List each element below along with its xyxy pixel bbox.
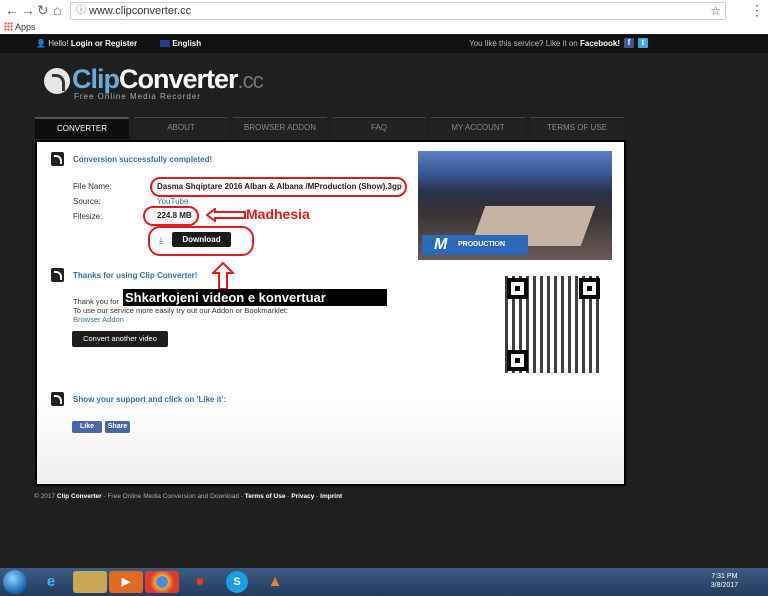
clock-time: 7:31 PM xyxy=(711,573,738,580)
download-button[interactable]: Download xyxy=(172,232,231,247)
footer-privacy-link[interactable]: Privacy xyxy=(291,493,314,500)
chrome-icon[interactable] xyxy=(145,571,179,593)
sync-icon xyxy=(51,152,64,166)
thumbnail-brand: PRODUCTION xyxy=(422,235,528,255)
language-selector[interactable]: English xyxy=(160,39,201,48)
main-tabs: CONVERTER ABOUT BROWSER ADDON FAQ MY ACC… xyxy=(35,117,626,139)
qr-finder-bl xyxy=(507,350,528,371)
facebook-icon[interactable]: f xyxy=(624,38,634,48)
annotation-arrow-up-icon xyxy=(212,262,234,290)
hello-text: Hello! xyxy=(48,39,69,48)
info-icon[interactable]: ⓘ xyxy=(76,3,86,19)
vlc-icon[interactable]: ▲ xyxy=(258,571,292,593)
browser-addon-link[interactable]: Browser Addon xyxy=(73,315,124,324)
logo-cc: .cc xyxy=(237,68,264,93)
skype-icon[interactable]: S xyxy=(226,571,248,593)
apps-grid-icon xyxy=(4,22,13,31)
filesize-label: Filesize: xyxy=(73,212,103,221)
sync-icon-2 xyxy=(51,268,64,282)
home-icon[interactable]: ⌂ xyxy=(53,2,61,18)
convert-another-button[interactable]: Convert another video xyxy=(72,331,168,347)
result-heading: Conversion successfully completed! xyxy=(73,155,213,164)
apps-bookmark[interactable]: Apps xyxy=(4,22,36,32)
footer-desc: - Free Online Media Conversion and Downl… xyxy=(103,493,243,500)
annotation-download-note: Shkarkojeni videon e konvertuar xyxy=(123,289,387,306)
source-label: Source: xyxy=(73,197,101,206)
source-value[interactable]: YouTube xyxy=(157,197,188,206)
logo-tagline: Free Online Media Recorder xyxy=(74,92,201,101)
reload-icon[interactable]: ↻ xyxy=(37,2,49,19)
download-arrow-icon: ⤓ xyxy=(159,235,163,245)
file-name-label: File Name: xyxy=(73,182,112,191)
thanks-heading: Thanks for using Clip Converter! xyxy=(73,271,198,280)
apps-label: Apps xyxy=(15,22,36,32)
thanks-line2: To use our service more easily try out o… xyxy=(73,306,289,315)
footer-copyright: © 2017 xyxy=(34,493,56,500)
bookmark-star-icon[interactable]: ☆ xyxy=(710,3,721,19)
explorer-icon[interactable] xyxy=(73,571,107,593)
logo-converter: Converter xyxy=(119,64,239,94)
footer-imprint-link[interactable]: Imprint xyxy=(320,493,342,500)
facebook-like-button[interactable]: Like xyxy=(72,421,102,433)
qr-finder-tr xyxy=(579,278,600,299)
language-label[interactable]: English xyxy=(172,39,201,48)
url-text[interactable]: www.clipconverter.cc xyxy=(89,3,191,19)
twitter-icon[interactable]: t xyxy=(638,38,648,48)
sync-icon-3 xyxy=(51,392,64,406)
like-text: You like this service? Like it on xyxy=(469,39,578,48)
system-clock[interactable]: 7:31 PM 3/8/2017 xyxy=(711,572,738,590)
logo-title: ClipConverter.cc xyxy=(72,64,264,95)
tab-converter[interactable]: CONVERTER xyxy=(35,117,129,139)
facebook-share-button[interactable]: Share xyxy=(105,421,130,433)
app-icon[interactable]: ● xyxy=(183,571,217,593)
logo-clip: Clip xyxy=(72,64,120,94)
tab-my-account[interactable]: MY ACCOUNT xyxy=(431,117,525,138)
user-icon: 👤 xyxy=(36,39,46,48)
footer-terms-link[interactable]: Terms of Use xyxy=(245,493,286,500)
footer-brand[interactable]: Clip Converter xyxy=(57,493,102,500)
facebook-link[interactable]: Facebook! xyxy=(580,39,620,48)
address-bar[interactable]: ⓘ www.clipconverter.cc ☆ xyxy=(70,2,726,20)
windows-taskbar: e ▶ ● S ▲ 7:31 PM 3/8/2017 xyxy=(0,568,768,596)
annotation-size-note: Madhesia xyxy=(246,206,310,222)
support-heading: Show your support and click on 'Like it'… xyxy=(73,395,227,404)
uk-flag-icon xyxy=(160,40,170,47)
ie-icon[interactable]: e xyxy=(34,571,68,593)
site-topbar: 👤 Hello! Login or Register English You l… xyxy=(0,35,768,53)
qr-code xyxy=(505,276,602,373)
login-link[interactable]: Login or Register xyxy=(71,39,137,48)
back-icon[interactable]: ← xyxy=(5,2,19,18)
tab-about[interactable]: ABOUT xyxy=(134,117,228,138)
tab-terms[interactable]: TERMS OF USE xyxy=(530,117,624,138)
video-thumbnail: PRODUCTION xyxy=(418,151,612,260)
qr-finder-tl xyxy=(507,278,528,299)
thanks-line1: Thank you for xyxy=(73,297,119,306)
start-button-icon[interactable] xyxy=(3,570,27,594)
tab-browser-addon[interactable]: BROWSER ADDON xyxy=(233,117,327,138)
filesize-value: 224.8 MB xyxy=(157,211,192,220)
browser-menu-icon[interactable]: ⋮ xyxy=(750,2,764,19)
forward-icon[interactable]: → xyxy=(21,2,35,18)
clock-date: 3/8/2017 xyxy=(710,582,738,589)
tab-faq[interactable]: FAQ xyxy=(332,117,426,138)
media-player-icon[interactable]: ▶ xyxy=(109,571,143,593)
like-label[interactable]: Like xyxy=(80,423,94,430)
annotation-arrow-left-icon xyxy=(206,208,246,222)
like-prompt: You like this service? Like it on Facebo… xyxy=(469,39,620,48)
logo-icon xyxy=(44,68,70,94)
browser-chrome: ← → ↻ ⌂ ⓘ www.clipconverter.cc ☆ ⋮ Apps xyxy=(0,0,768,34)
site-footer: © 2017 Clip Converter - Free Online Medi… xyxy=(34,493,343,500)
file-name-value: Dasma Shqiptare 2016 Alban & Albana /MPr… xyxy=(157,182,402,191)
user-greeting: 👤 Hello! Login or Register xyxy=(36,39,137,48)
